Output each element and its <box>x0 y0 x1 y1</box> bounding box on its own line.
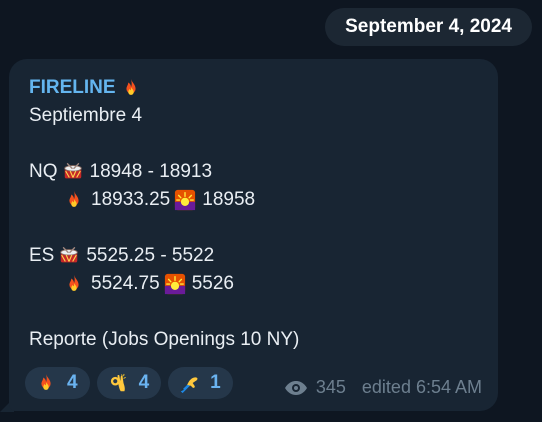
nq-fire-value: 18933.25 <box>91 189 171 210</box>
sender-line: FIRELINE <box>29 74 299 102</box>
reaction-count: 4 <box>67 372 78 393</box>
reaction-fire[interactable]: 4 <box>25 367 90 399</box>
fire-icon <box>120 77 142 99</box>
fire-icon <box>63 273 85 295</box>
nq-range-line: NQ 18948 - 18913 <box>29 158 299 186</box>
drum-icon <box>58 245 80 267</box>
sunrise-icon <box>164 273 186 295</box>
reaction-ok-hand[interactable]: 4 <box>96 367 162 399</box>
writing-hand-icon <box>178 372 200 394</box>
message-bubble[interactable]: FIRELINE Septiembre 4 NQ 18948 - 18913 1… <box>9 59 498 411</box>
reaction-count: 4 <box>138 372 150 393</box>
eye-icon <box>284 380 307 395</box>
es-label: ES <box>29 245 55 266</box>
es-levels-line: 5524.75 5526 <box>29 270 299 298</box>
drum-icon <box>62 161 84 183</box>
message-text: FIRELINE Septiembre 4 NQ 18948 - 18913 1… <box>29 74 299 354</box>
message-meta: 345 edited 6:54 AM <box>284 377 482 398</box>
es-sunrise-value: 5526 <box>191 273 234 294</box>
nq-label: NQ <box>29 161 58 182</box>
subtitle-line: Septiembre 4 <box>29 105 143 126</box>
reaction-writing-hand[interactable]: 1 <box>168 367 233 399</box>
edited-timestamp: edited 6:54 AM <box>361 377 482 397</box>
report-line: Reporte (Jobs Openings 10 NY) <box>29 329 300 350</box>
reactions-bar: 4 4 1 <box>25 367 233 399</box>
date-separator: September 4, 2024 <box>325 8 532 46</box>
chat-view: September 4, 2024 FIRELINE Septiembre 4 … <box>0 0 542 422</box>
nq-range: 18948 - 18913 <box>89 161 213 182</box>
es-fire-value: 5524.75 <box>91 273 160 294</box>
sunrise-icon <box>174 189 196 211</box>
reaction-count: 1 <box>210 372 221 393</box>
view-count: 345 <box>315 377 346 397</box>
nq-levels-line: 18933.25 18958 <box>29 186 299 214</box>
nq-sunrise-value: 18958 <box>202 189 256 210</box>
fire-icon <box>35 372 57 394</box>
fire-icon <box>63 189 85 211</box>
es-range-line: ES 5525.25 - 5522 <box>29 242 299 270</box>
es-range: 5525.25 - 5522 <box>86 245 215 266</box>
ok-hand-icon <box>107 372 129 394</box>
sender-name[interactable]: FIRELINE <box>29 74 116 102</box>
